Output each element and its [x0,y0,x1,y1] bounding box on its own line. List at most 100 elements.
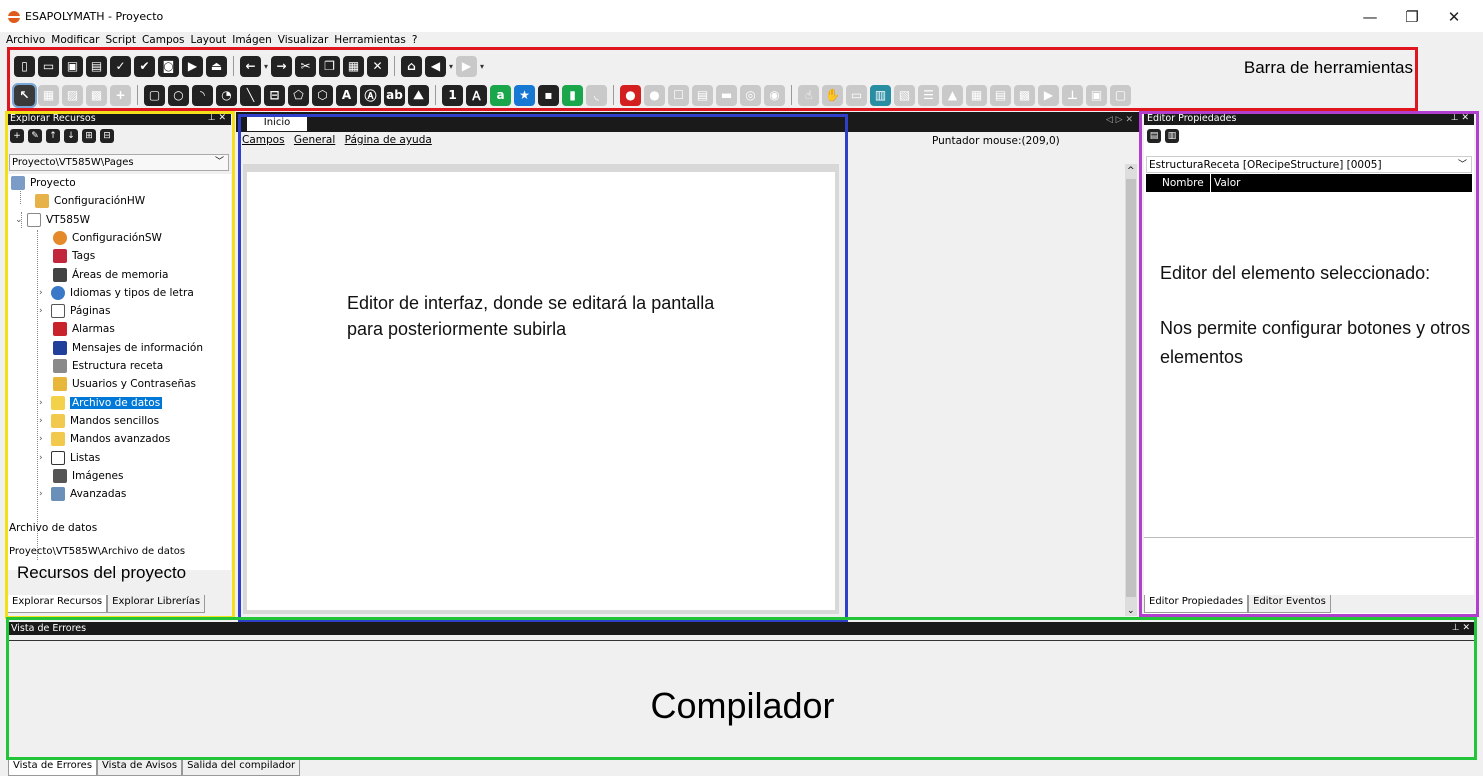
pin-close-icon[interactable]: ⊥ ✕ [1451,112,1469,125]
check-icon[interactable]: ✓ [110,55,131,77]
thermometer-icon[interactable]: ⊥ [1062,84,1083,106]
touch-icon[interactable]: ☝ [798,84,819,106]
date-field-icon[interactable]: ▪ [538,84,559,106]
tab-salida-compilador[interactable]: Salida del compilador [182,759,301,776]
video-icon[interactable]: ▶ [1038,84,1059,106]
matrix-icon[interactable]: ▩ [1014,84,1035,106]
paste-icon[interactable]: ▦ [343,55,365,77]
menu-campos[interactable]: Campos [139,32,188,48]
check-all-icon[interactable]: ✔ [134,55,155,77]
table-icon[interactable]: ▦ [966,84,987,106]
tree-item-device[interactable]: ⌄ VT585W [15,211,90,229]
button-red-icon[interactable]: ● [620,84,641,106]
window-icon[interactable]: ▭ [846,84,867,106]
tree-item-pages[interactable]: › Páginas [39,302,110,320]
tree-item-advanced[interactable]: › Avanzadas [39,485,126,503]
text-icon[interactable]: A [336,84,357,106]
string-field-icon[interactable]: Ａ [466,84,487,106]
copy-icon[interactable]: ❐ [319,55,341,77]
line-icon[interactable]: ╲ [240,84,261,106]
add-icon[interactable]: + [10,129,24,143]
tree-item-messages[interactable]: Mensajes de información [53,339,203,357]
bargraph-icon[interactable]: ▮ [562,84,583,106]
tab-vista-avisos[interactable]: Vista de Avisos [97,759,183,776]
subtab-ayuda[interactable]: Página de ayuda [345,134,432,146]
scroll-down-icon[interactable]: ⌄ [1127,606,1135,616]
menu-imagen[interactable]: Imágen [229,32,275,48]
hexagon-icon[interactable]: ⬡ [312,84,333,106]
sort-alpha-icon[interactable]: ▥ [1165,129,1179,143]
slider-icon[interactable]: ▤ [692,84,713,106]
chevron-right-icon[interactable]: › [39,306,49,316]
subtab-campos[interactable]: Campos [242,134,285,146]
gauge-icon[interactable]: ◟ [586,84,607,106]
selector-icon[interactable]: ▬ [716,84,737,106]
restore-button[interactable]: ❐ [1392,6,1432,28]
upload-icon[interactable]: ⏏ [206,55,227,77]
tree-item-memory[interactable]: Áreas de memoria [53,266,168,284]
tab-explorar-recursos[interactable]: Explorar Recursos [7,595,108,613]
list-view-icon[interactable]: ☰ [918,84,939,106]
grid-icon[interactable]: ▦ [38,84,59,106]
menu-layout[interactable]: Layout [188,32,230,48]
abc-field-icon[interactable]: ab [384,84,405,106]
tree-item-users[interactable]: Usuarios y Contraseñas [53,375,196,393]
editor-canvas[interactable]: Editor de interfaz, donde se editará la … [247,172,835,610]
move-up-icon[interactable]: ↑ [46,129,60,143]
tree-item-tags[interactable]: Tags [53,247,95,265]
knob-icon[interactable]: ◎ [740,84,761,106]
trend-icon[interactable]: ▥ [870,84,891,106]
tree-item-hw[interactable]: ConfiguraciónHW [35,192,145,210]
recipe-icon[interactable]: ▤ [990,84,1011,106]
object-selector[interactable]: EstructuraReceta [ORecipeStructure] [000… [1146,156,1472,173]
editor-scrollbar[interactable]: ^ ⌄ [1125,164,1137,616]
pie-icon[interactable]: ◔ [216,84,237,106]
close-button[interactable]: ✕ [1434,6,1474,28]
text-box-icon[interactable]: Ⓐ [360,84,381,106]
delete-icon[interactable]: ✕ [367,55,389,77]
chevron-right-icon[interactable]: › [39,453,49,463]
chevron-right-icon[interactable]: › [39,434,49,444]
tab-editor-eventos[interactable]: Editor Eventos [1248,595,1331,613]
dial-icon[interactable]: ◉ [764,84,785,106]
tree-item-images[interactable]: Imágenes [53,467,123,485]
plus-icon[interactable]: + [110,84,131,106]
tree-item-datalog[interactable]: › Archivo de datos [39,394,163,412]
forward-icon[interactable]: ▶ [456,55,478,77]
arc-icon[interactable]: ◝ [192,84,213,106]
minimize-button[interactable]: — [1350,6,1390,28]
tree-item-simple-controls[interactable]: › Mandos sencillos [39,412,159,430]
move-down-icon[interactable]: ↓ [64,129,78,143]
scroll-up-icon[interactable]: ^ [1127,166,1135,176]
expand-icon[interactable]: ⊞ [82,129,96,143]
resources-path-select[interactable]: Proyecto\VT585W\Pages ﹀ [9,154,229,171]
open-folder-icon[interactable]: ▭ [38,55,59,77]
tree-item-alarms[interactable]: Alarmas [53,320,115,338]
browser-icon[interactable]: ▣ [1086,84,1107,106]
edit-icon[interactable]: ✎ [28,129,42,143]
triangle-icon[interactable]: ▲ [942,84,963,106]
chevron-right-icon[interactable]: › [39,288,49,298]
tab-vista-errores[interactable]: Vista de Errores [8,759,98,776]
tab-explorar-librerias[interactable]: Explorar Librerías [107,595,206,613]
abc-green-icon[interactable]: a [490,84,511,106]
sort-category-icon[interactable]: ▤ [1147,129,1161,143]
plugin-icon[interactable]: ▢ [1110,84,1131,106]
editor-pane-controls[interactable]: ◁ ▷ ✕ [1106,115,1133,125]
tree-item-proyecto[interactable]: Proyecto [11,174,76,192]
tree-item-recipe[interactable]: Estructura receta [53,357,163,375]
chevron-down-icon[interactable]: ⌄ [15,215,25,225]
ellipse-icon[interactable]: ○ [168,84,189,106]
star-icon[interactable]: ★ [514,84,535,106]
pointer-icon[interactable]: ↖ [12,82,37,108]
ungroup-icon[interactable]: ▩ [86,84,107,106]
tree-item-languages[interactable]: › Idiomas y tipos de letra [39,284,194,302]
back-icon[interactable]: ◀ [425,55,447,77]
polygon-icon[interactable]: ⬠ [288,84,309,106]
menu-script[interactable]: Script [102,32,138,48]
new-file-icon[interactable]: ▯ [14,55,35,77]
chevron-right-icon[interactable]: › [39,416,49,426]
subtab-general[interactable]: General [294,134,335,146]
menu-visualizar[interactable]: Visualizar [275,32,332,48]
chevron-right-icon[interactable]: › [39,489,49,499]
